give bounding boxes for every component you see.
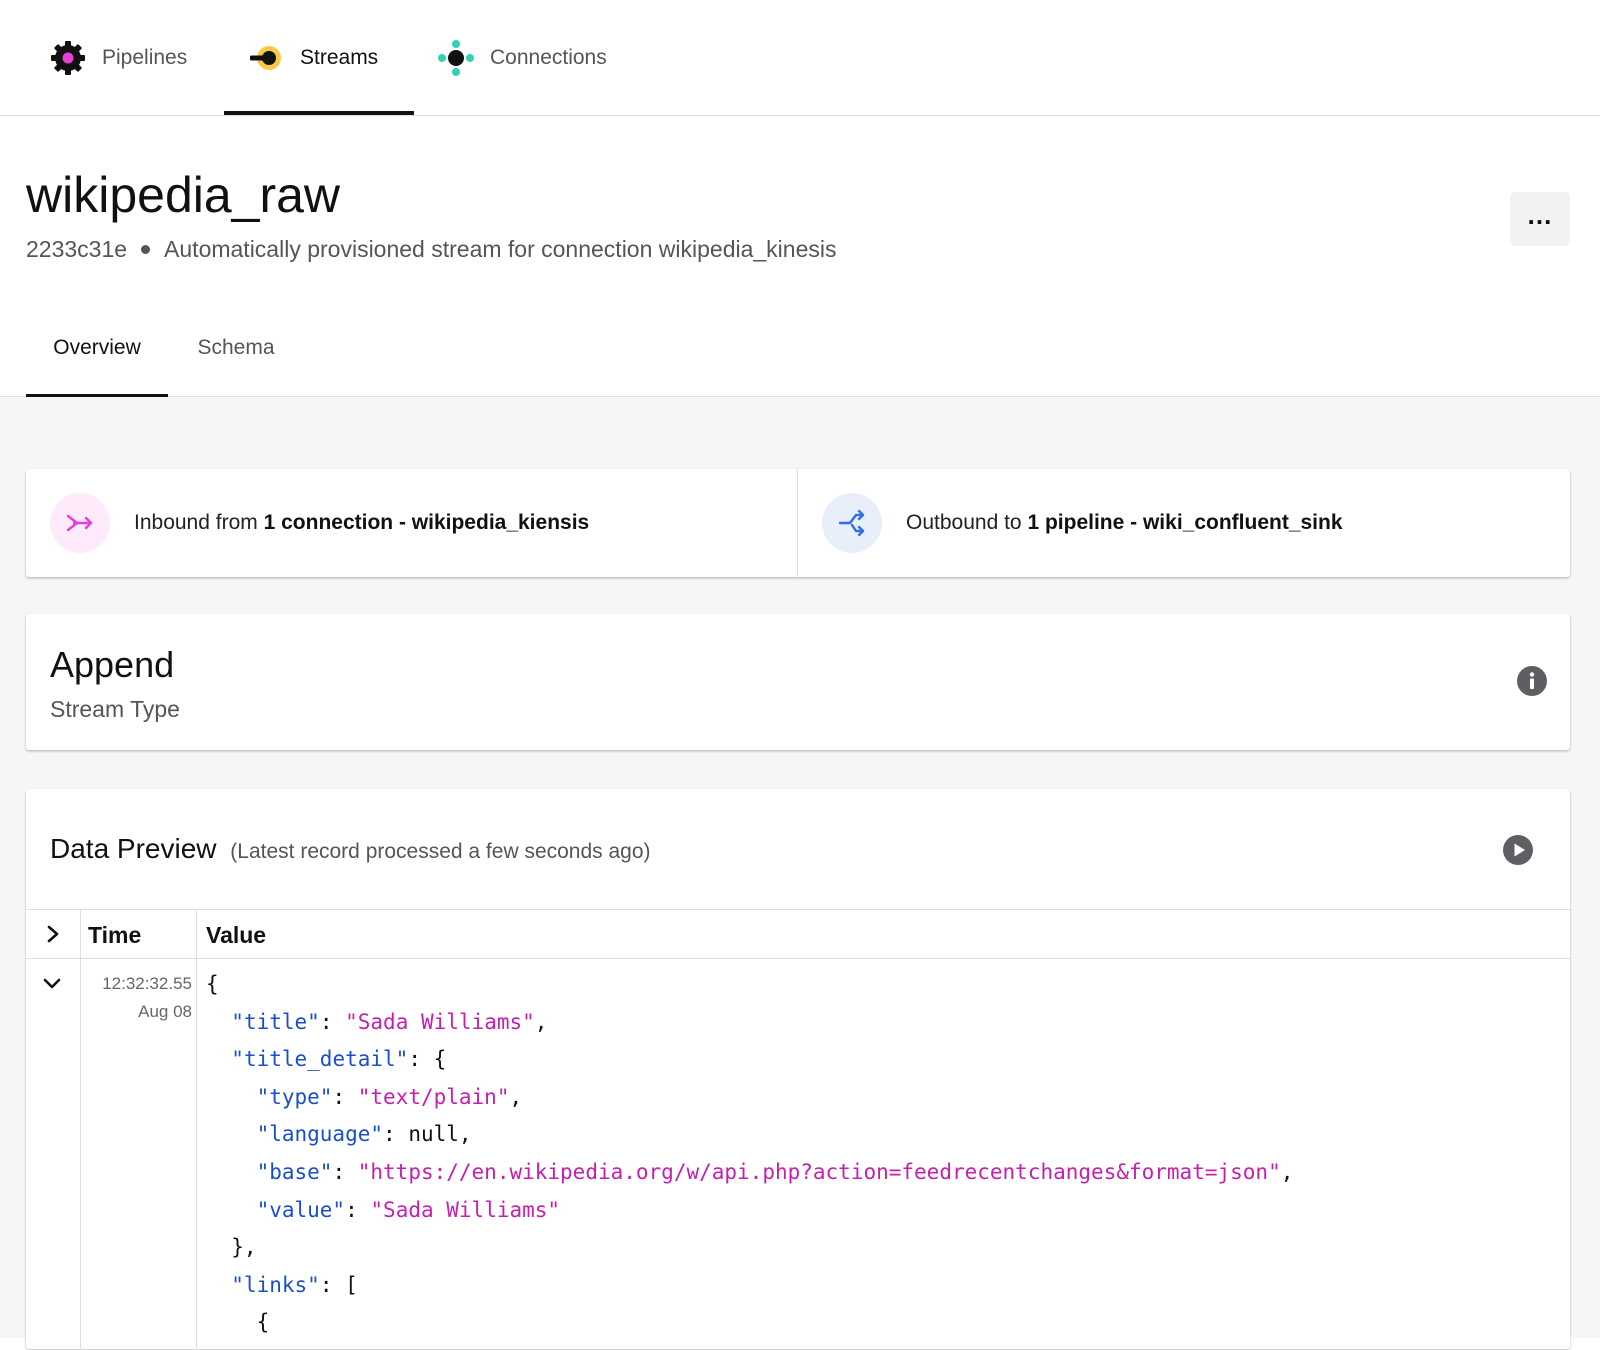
data-preview-table: Time Value 12:32:32.55 Aug 08 { "title":… (26, 909, 1570, 1350)
json-type-value: text/plain (370, 1084, 497, 1109)
inbound-icon (50, 493, 110, 553)
time-cell: 12:32:32.55 Aug 08 (86, 970, 192, 1026)
json-base-value: https://en.wikipedia.org/w/api.php?actio… (370, 1159, 1269, 1184)
inbound-count: 1 connection (263, 511, 394, 534)
chevron-down-icon[interactable] (42, 976, 62, 992)
page-title: wikipedia_raw (26, 167, 341, 223)
json-value-value: Sada Williams (383, 1197, 548, 1222)
gear-icon (51, 40, 85, 75)
inbound-separator: - (393, 511, 412, 534)
json-language-value: null (408, 1122, 459, 1147)
top-navigation: Pipelines Streams Connections (0, 0, 1600, 116)
connections-icon (438, 39, 474, 76)
json-title-value: Sada Williams (357, 1009, 523, 1034)
stream-icon (246, 38, 286, 78)
inbound-prefix: Inbound from (134, 511, 264, 534)
info-icon[interactable] (1516, 665, 1548, 697)
column-header-time: Time (88, 922, 142, 948)
data-preview-card: Data Preview (Latest record processed a … (26, 789, 1570, 1350)
nav-tab-streams[interactable]: Streams (224, 0, 414, 115)
stream-description: Automatically provisioned stream for con… (164, 236, 837, 262)
inbound-text: Inbound from 1 connection - wikipedia_ki… (134, 511, 589, 535)
page-tabs: Overview Schema (0, 300, 1600, 397)
outbound-prefix: Outbound to (906, 511, 1028, 534)
overview-content: Inbound from 1 connection - wikipedia_ki… (0, 397, 1600, 1350)
expand-all-chevron-right-icon[interactable] (44, 924, 62, 944)
outbound-pipeline-name: wiki_confluent_sink (1142, 511, 1343, 534)
play-icon[interactable] (1502, 834, 1534, 866)
connections-summary-card: Inbound from 1 connection - wikipedia_ki… (26, 469, 1570, 577)
inbound-connection-name: wikipedia_kiensis (411, 511, 590, 534)
record-time: 12:32:32.55 (102, 974, 192, 993)
outbound-icon (822, 493, 882, 553)
nav-tab-connections[interactable]: Connections (436, 0, 607, 115)
nav-tab-label: Streams (300, 45, 379, 69)
stream-type-value: Append (50, 644, 175, 685)
stream-id: 2233c31e (26, 236, 128, 262)
column-header-value: Value (206, 922, 267, 948)
active-tab-underline (224, 111, 414, 115)
separator-dot (141, 245, 151, 254)
data-preview-title: Data Preview (50, 833, 217, 864)
stream-type-card: Append Stream Type (26, 614, 1570, 750)
data-preview-subtitle: (Latest record processed a few seconds a… (230, 840, 651, 863)
data-preview-heading: Data Preview (Latest record processed a … (50, 833, 651, 865)
more-options-button[interactable]: … (1510, 192, 1570, 246)
more-icon: … (1526, 200, 1554, 230)
stream-type-label: Stream Type (50, 696, 180, 722)
nav-tab-label: Connections (490, 45, 607, 69)
outbound-text: Outbound to 1 pipeline - wiki_confluent_… (906, 511, 1343, 535)
nav-tab-label: Pipelines (102, 45, 188, 69)
outbound-link[interactable]: Outbound to 1 pipeline - wiki_confluent_… (798, 469, 1570, 577)
stream-subtitle: 2233c31e Automatically provisioned strea… (26, 236, 836, 263)
outbound-count: 1 pipeline (1027, 511, 1125, 534)
json-value-cell: { "title": "Sada Williams", "title_detai… (206, 972, 1294, 1335)
nav-tab-pipelines[interactable]: Pipelines (48, 0, 187, 115)
tab-overview[interactable]: Overview (26, 300, 168, 397)
outbound-separator: - (1124, 511, 1143, 534)
record-date: Aug 08 (138, 1002, 192, 1021)
inbound-link[interactable]: Inbound from 1 connection - wikipedia_ki… (26, 469, 797, 577)
tab-schema[interactable]: Schema (180, 300, 292, 396)
table-header: Time Value (26, 910, 1570, 959)
